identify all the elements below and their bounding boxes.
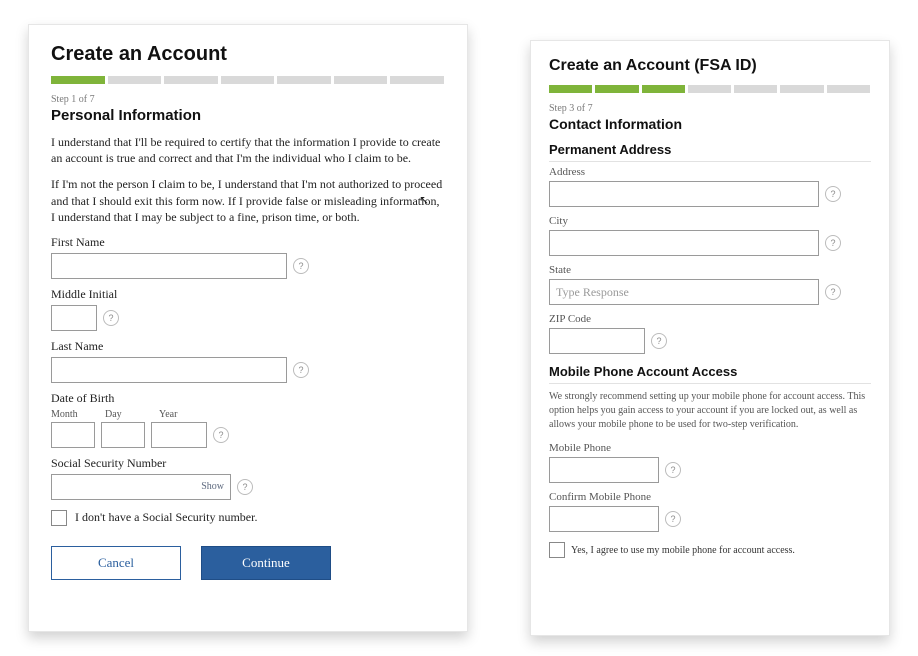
field-address: Address ? (549, 166, 871, 207)
progress-seg-2 (595, 85, 639, 93)
last-name-label: Last Name (51, 339, 445, 354)
last-name-input[interactable] (51, 357, 287, 383)
dob-month-label: Month (51, 409, 95, 420)
ssn-label: Social Security Number (51, 456, 445, 471)
dob-month-input[interactable] (51, 422, 95, 448)
progress-bar (549, 85, 871, 93)
confirm-mobile-label: Confirm Mobile Phone (549, 491, 871, 503)
mobile-agree-row[interactable]: Yes, I agree to use my mobile phone for … (549, 542, 871, 558)
mobile-input[interactable] (549, 457, 659, 483)
state-input[interactable] (549, 279, 819, 305)
dob-year-input[interactable] (151, 422, 207, 448)
progress-seg-3 (642, 85, 686, 93)
progress-bar (51, 76, 445, 84)
middle-initial-label: Middle Initial (51, 287, 445, 302)
progress-seg-6 (780, 85, 824, 93)
address-label: Address (549, 166, 871, 178)
state-label: State (549, 264, 871, 276)
continue-button[interactable]: Continue (201, 546, 331, 580)
mobile-agree-checkbox[interactable] (549, 542, 565, 558)
cancel-button[interactable]: Cancel (51, 546, 181, 580)
help-icon[interactable]: ? (213, 427, 229, 443)
panel-step3: Create an Account (FSA ID) Step 3 of 7 C… (530, 40, 890, 636)
first-name-input[interactable] (51, 253, 287, 279)
help-icon[interactable]: ? (825, 235, 841, 251)
no-ssn-checkbox[interactable] (51, 510, 67, 526)
button-row: Cancel Continue (51, 546, 445, 580)
progress-seg-5 (734, 85, 778, 93)
address-input[interactable] (549, 181, 819, 207)
field-city: City ? (549, 215, 871, 256)
field-ssn: Social Security Number Show ? (51, 456, 445, 500)
field-first-name: First Name ? (51, 235, 445, 279)
step-label: Step 1 of 7 (51, 94, 445, 105)
page-title: Create an Account (FSA ID) (549, 57, 871, 75)
mobile-section-title: Mobile Phone Account Access (549, 364, 871, 384)
disclaimer-1: I understand that I'll be required to ce… (51, 134, 445, 166)
help-icon[interactable]: ? (293, 362, 309, 378)
city-label: City (549, 215, 871, 227)
help-icon[interactable]: ? (237, 479, 253, 495)
field-middle-initial: Middle Initial ? (51, 287, 445, 331)
ssn-show-toggle[interactable]: Show (201, 481, 224, 492)
step-label: Step 3 of 7 (549, 103, 871, 114)
city-input[interactable] (549, 230, 819, 256)
middle-initial-input[interactable] (51, 305, 97, 331)
help-icon[interactable]: ? (665, 511, 681, 527)
dob-day-input[interactable] (101, 422, 145, 448)
dob-year-label: Year (159, 409, 215, 420)
progress-seg-5 (277, 76, 332, 84)
progress-seg-1 (51, 76, 106, 84)
disclaimer-2: If I'm not the person I claim to be, I u… (51, 176, 445, 225)
no-ssn-row[interactable]: I don't have a Social Security number. (51, 510, 445, 526)
field-confirm-mobile: Confirm Mobile Phone ? (549, 491, 871, 532)
field-dob: Date of Birth Month Day Year ? (51, 391, 445, 448)
field-mobile: Mobile Phone ? (549, 442, 871, 483)
stage: Create an Account Step 1 of 7 Personal I… (0, 0, 918, 656)
help-icon[interactable]: ? (825, 284, 841, 300)
ssn-input[interactable]: Show (51, 474, 231, 500)
help-icon[interactable]: ? (651, 333, 667, 349)
help-icon[interactable]: ? (293, 258, 309, 274)
no-ssn-label: I don't have a Social Security number. (75, 510, 257, 525)
progress-seg-3 (164, 76, 219, 84)
progress-seg-6 (334, 76, 389, 84)
help-icon[interactable]: ? (665, 462, 681, 478)
section-title: Personal Information (51, 107, 445, 124)
mobile-agree-label: Yes, I agree to use my mobile phone for … (571, 545, 795, 556)
field-zip: ZIP Code ? (549, 313, 871, 354)
progress-seg-4 (221, 76, 276, 84)
progress-seg-2 (108, 76, 163, 84)
field-state: State ? (549, 264, 871, 305)
progress-seg-7 (827, 85, 871, 93)
help-icon[interactable]: ? (825, 186, 841, 202)
dob-day-label: Day (105, 409, 149, 420)
panel-step1: Create an Account Step 1 of 7 Personal I… (28, 24, 468, 632)
progress-seg-7 (390, 76, 445, 84)
zip-input[interactable] (549, 328, 645, 354)
progress-seg-4 (688, 85, 732, 93)
mobile-label: Mobile Phone (549, 442, 871, 454)
page-title: Create an Account (51, 43, 445, 66)
first-name-label: First Name (51, 235, 445, 250)
help-icon[interactable]: ? (103, 310, 119, 326)
address-section-title: Permanent Address (549, 142, 871, 162)
field-last-name: Last Name ? (51, 339, 445, 383)
progress-seg-1 (549, 85, 593, 93)
mobile-note: We strongly recommend setting up your mo… (549, 390, 871, 432)
dob-label: Date of Birth (51, 391, 445, 406)
confirm-mobile-input[interactable] (549, 506, 659, 532)
zip-label: ZIP Code (549, 313, 871, 325)
section-title: Contact Information (549, 116, 871, 132)
